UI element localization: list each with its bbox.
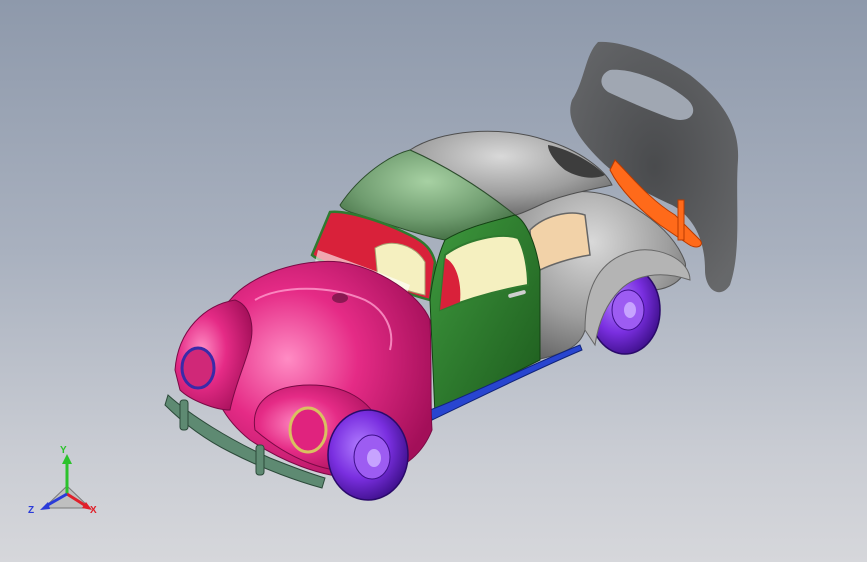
z-axis-label: Z (28, 505, 35, 516)
graphics-viewport[interactable]: Y X Z (0, 0, 867, 562)
rear-bumper-guard (677, 199, 685, 241)
rear-wheel-center (624, 302, 636, 318)
x-axis-label: X (90, 505, 97, 516)
right-headlight (288, 406, 328, 454)
hood-emblem (332, 293, 348, 303)
y-axis-label: Y (60, 445, 67, 456)
front-wheel-center (367, 449, 381, 467)
left-headlight (180, 346, 216, 390)
triad-graphic (40, 454, 92, 510)
car-model-3d[interactable] (0, 0, 867, 562)
bumper-guard-left (179, 399, 189, 431)
bumper-guard-right (255, 444, 265, 476)
orientation-triad[interactable]: Y X Z (22, 446, 112, 526)
